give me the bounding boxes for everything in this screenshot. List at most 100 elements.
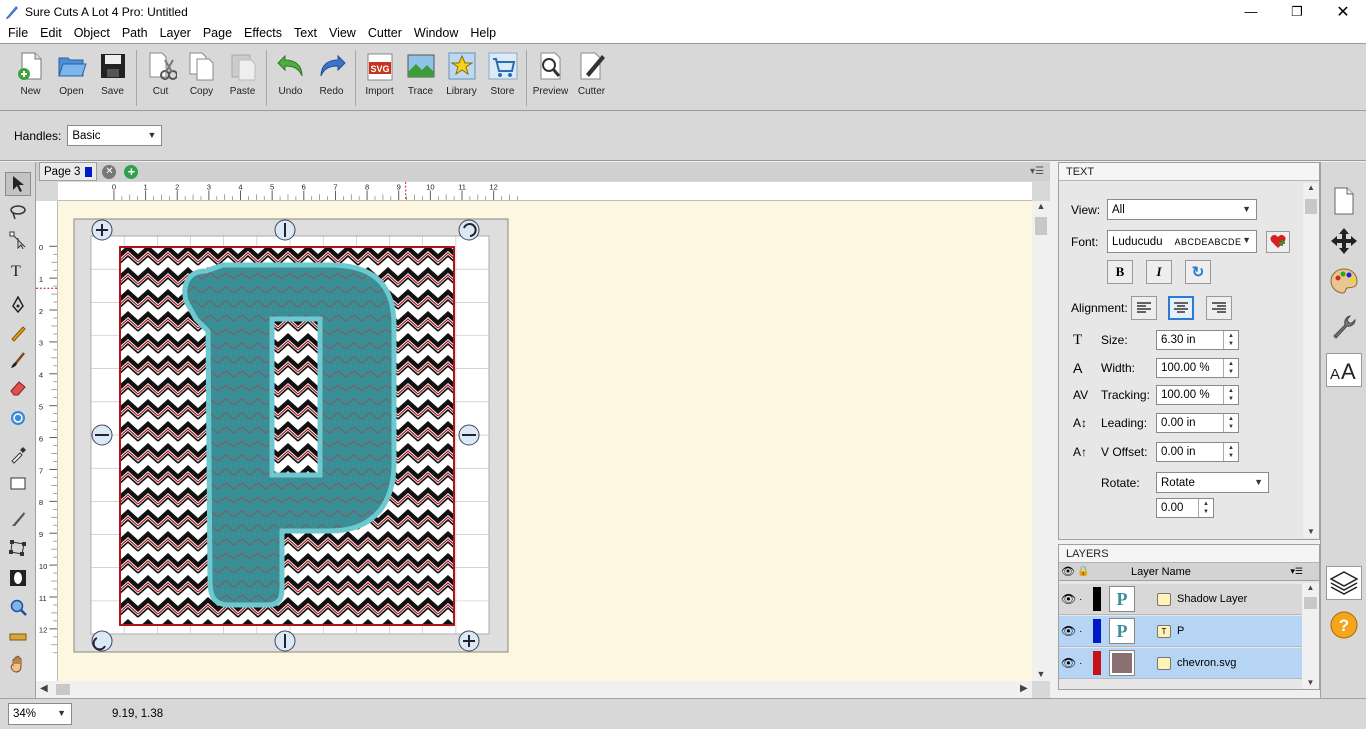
menu-file[interactable]: File	[2, 26, 34, 40]
trace-button[interactable]: Trace	[400, 50, 441, 110]
lasso-tool[interactable]	[5, 200, 31, 224]
menu-path[interactable]: Path	[116, 26, 154, 40]
bold-button[interactable]: B	[1107, 260, 1133, 284]
layer-row-chevron[interactable]: 👁 · chevron.svg	[1059, 648, 1302, 679]
scroll-down-icon[interactable]: ▼	[1303, 527, 1319, 536]
minimize-button[interactable]: —	[1228, 0, 1274, 23]
close-button[interactable]: ✕	[1320, 0, 1366, 23]
settings-panel-button[interactable]	[1326, 309, 1362, 343]
spiral-tool[interactable]	[5, 406, 31, 430]
help-button[interactable]: ?	[1326, 608, 1362, 642]
close-page-icon[interactable]: ✕	[102, 164, 117, 179]
open-button[interactable]: Open	[51, 50, 92, 110]
align-left-button[interactable]	[1131, 296, 1157, 320]
paste-button[interactable]: Paste	[222, 50, 263, 110]
layer-color-swatch[interactable]	[1093, 587, 1101, 611]
text-tool[interactable]: T	[5, 258, 31, 282]
menu-help[interactable]: Help	[464, 26, 502, 40]
menu-page[interactable]: Page	[197, 26, 238, 40]
weld-tool[interactable]	[5, 566, 31, 590]
hand-tool[interactable]	[5, 652, 31, 676]
favorite-font-button[interactable]	[1266, 230, 1290, 253]
preview-button[interactable]: Preview	[530, 50, 571, 110]
menu-view[interactable]: View	[323, 26, 362, 40]
cut-button[interactable]: Cut	[140, 50, 181, 110]
scroll-up-icon[interactable]: ▲	[1032, 201, 1050, 215]
add-page-icon[interactable]: +	[124, 164, 139, 179]
layer-color-swatch[interactable]	[1093, 651, 1101, 675]
menu-edit[interactable]: Edit	[34, 26, 68, 40]
eyedropper-tool[interactable]	[5, 443, 31, 467]
store-button[interactable]: Store	[482, 50, 523, 110]
size-stepper[interactable]: 6.30 in ▲ ▼	[1156, 330, 1239, 350]
align-right-button[interactable]	[1206, 296, 1232, 320]
voffset-stepper[interactable]: 0.00 in ▲ ▼	[1156, 442, 1239, 462]
eraser-tool[interactable]	[5, 376, 31, 400]
brush-tool[interactable]	[5, 348, 31, 372]
save-button[interactable]: Save	[92, 50, 133, 110]
library-button[interactable]: Library	[441, 50, 482, 110]
transform-tool[interactable]	[5, 536, 31, 560]
font-select[interactable]: Luducudu ABCDEABCDE ▼	[1107, 230, 1257, 253]
import-button[interactable]: SVG Import	[359, 50, 400, 110]
tabs-menu-icon[interactable]: ▾☰	[1030, 166, 1044, 177]
handles-select[interactable]: Basic ▼	[67, 125, 163, 146]
visibility-eye-icon[interactable]: 👁	[1061, 592, 1079, 606]
design-canvas[interactable]	[58, 201, 1032, 681]
scroll-right-icon[interactable]: ▶	[1020, 683, 1028, 694]
layers-scrollbar[interactable]: ▲ ▼	[1302, 583, 1319, 689]
layers-panel-button[interactable]	[1326, 566, 1362, 600]
zoom-tool[interactable]	[5, 595, 31, 619]
menu-window[interactable]: Window	[408, 26, 464, 40]
scrollbar-thumb[interactable]	[1305, 199, 1317, 214]
rectangle-tool[interactable]	[5, 471, 31, 495]
layer-color-swatch[interactable]	[1093, 619, 1101, 643]
rotate-angle-stepper[interactable]: 0.00 ▲ ▼	[1156, 498, 1214, 518]
pencil-tool[interactable]	[5, 321, 31, 345]
visibility-eye-icon[interactable]: 👁	[1061, 656, 1079, 670]
scrollbar-thumb[interactable]	[1035, 217, 1047, 235]
tracking-stepper[interactable]: 100.00 % ▲ ▼	[1156, 385, 1239, 405]
select-tool[interactable]	[5, 172, 31, 196]
canvas-horizontal-scrollbar[interactable]: ◀ ▶	[36, 681, 1032, 698]
leading-stepper[interactable]: 0.00 in ▲ ▼	[1156, 413, 1239, 433]
redo-button[interactable]: Redo	[311, 50, 352, 110]
measure-tool[interactable]	[5, 624, 31, 648]
new-button[interactable]: New	[10, 50, 51, 110]
text-panel-scrollbar[interactable]: ▲ ▼	[1303, 183, 1319, 538]
menu-object[interactable]: Object	[68, 26, 116, 40]
document-panel-button[interactable]	[1326, 184, 1362, 218]
scrollbar-thumb[interactable]	[56, 684, 70, 695]
pen-tool[interactable]	[5, 293, 31, 317]
zoom-select[interactable]: 34% ▼	[8, 703, 72, 725]
move-panel-button[interactable]	[1326, 224, 1362, 258]
scroll-down-icon[interactable]: ▼	[1302, 678, 1319, 687]
visibility-eye-icon[interactable]: 👁	[1061, 624, 1079, 638]
canvas-vertical-scrollbar[interactable]: ▲ ▼	[1032, 201, 1050, 681]
colors-panel-button[interactable]	[1326, 264, 1362, 298]
view-select[interactable]: All ▼	[1107, 199, 1257, 220]
layers-menu-icon[interactable]: ▾☰	[1290, 566, 1303, 577]
menu-layer[interactable]: Layer	[154, 26, 197, 40]
scroll-up-icon[interactable]: ▲	[1302, 583, 1319, 592]
node-edit-tool[interactable]	[5, 228, 31, 252]
undo-button[interactable]: Undo	[270, 50, 311, 110]
layer-row-p[interactable]: 👁 · P T P	[1059, 616, 1302, 647]
reset-style-button[interactable]: ↻	[1185, 260, 1211, 284]
scrollbar-thumb[interactable]	[1304, 597, 1317, 609]
cutter-button[interactable]: Cutter	[571, 50, 612, 110]
italic-button[interactable]: I	[1146, 260, 1172, 284]
menu-cutter[interactable]: Cutter	[362, 26, 408, 40]
knife-tool[interactable]	[5, 507, 31, 531]
width-stepper[interactable]: 100.00 % ▲ ▼	[1156, 358, 1239, 378]
maximize-button[interactable]: ❐	[1274, 0, 1320, 23]
scroll-left-icon[interactable]: ◀	[40, 683, 48, 694]
menu-effects[interactable]: Effects	[238, 26, 288, 40]
menu-text[interactable]: Text	[288, 26, 323, 40]
scroll-down-icon[interactable]: ▼	[1032, 669, 1050, 679]
scroll-up-icon[interactable]: ▲	[1303, 183, 1319, 192]
page-tab[interactable]: Page 3	[39, 162, 98, 181]
copy-button[interactable]: Copy	[181, 50, 222, 110]
layer-row-shadow[interactable]: 👁 · P Shadow Layer	[1059, 584, 1302, 615]
align-center-button[interactable]	[1168, 296, 1194, 320]
